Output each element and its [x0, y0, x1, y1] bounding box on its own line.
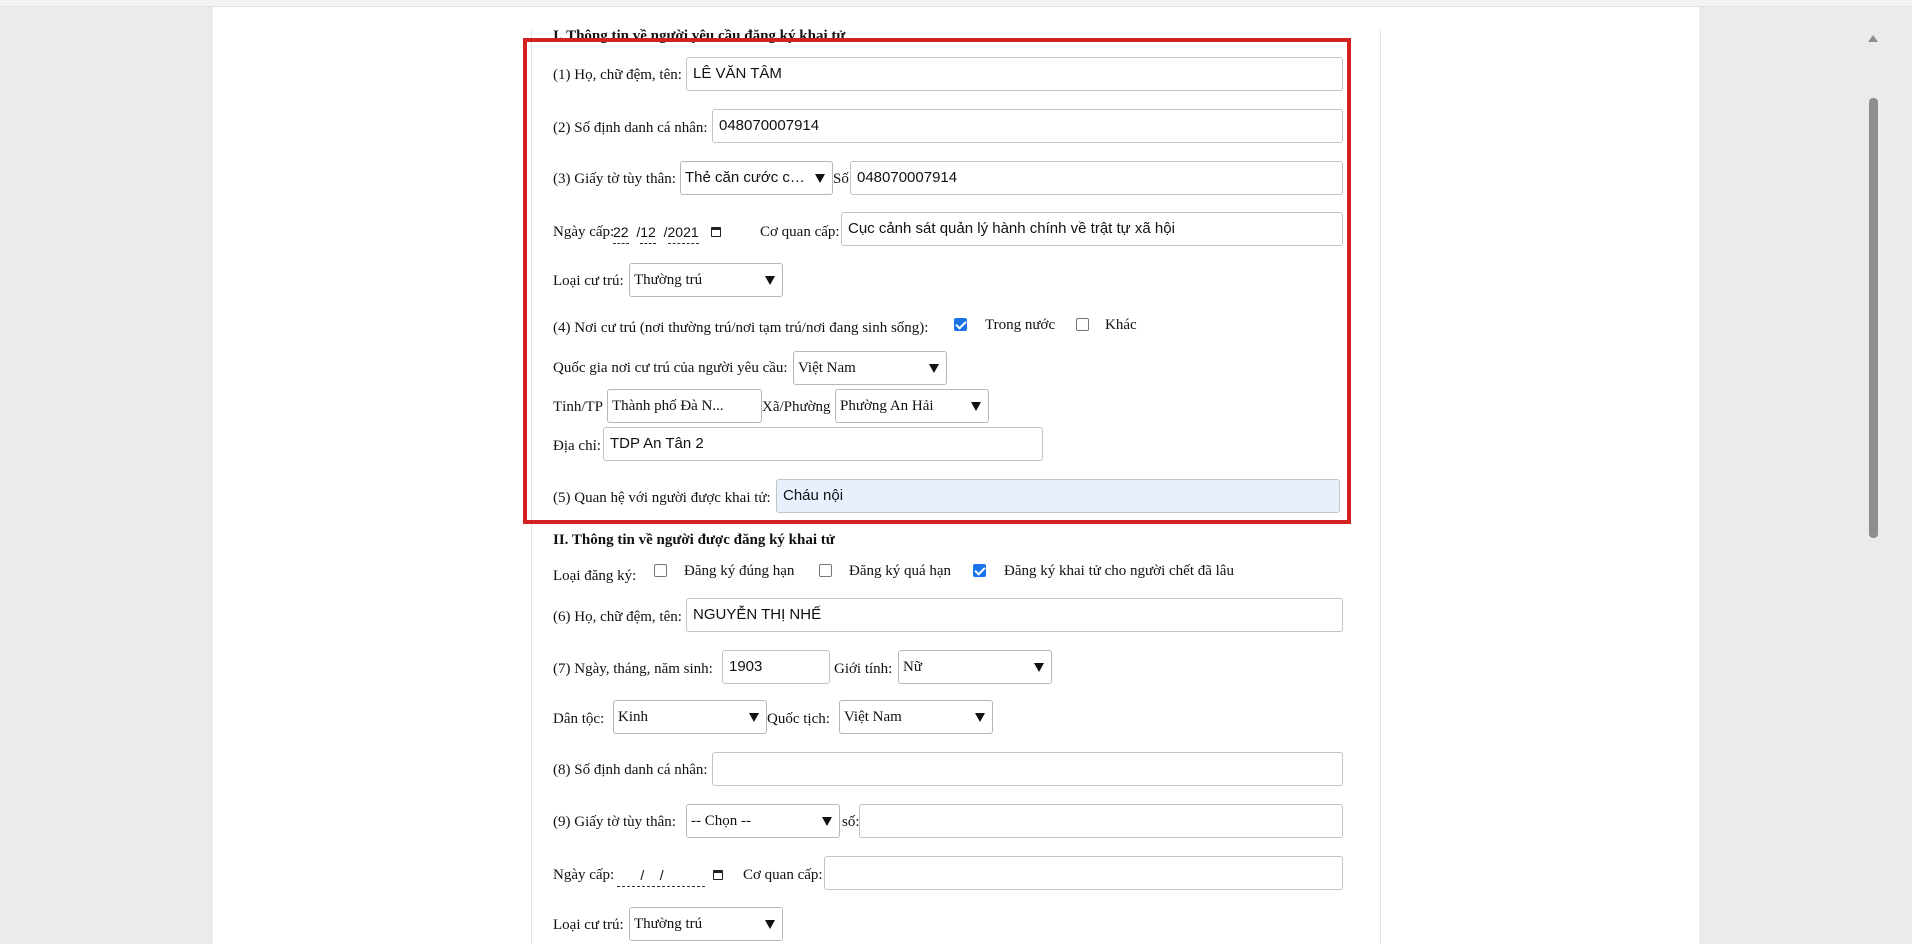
requester-doc-type-value: Thẻ căn cước cô... [685, 169, 811, 186]
requester-id-input[interactable]: 048070007914 [712, 109, 1343, 143]
reg-long-dead-checkbox[interactable] [973, 564, 986, 577]
address-input[interactable]: TDP An Tân 2 [603, 427, 1043, 461]
province-value: Thành phố Đà N... [612, 398, 724, 414]
nationality-label: Quốc tịch: [767, 711, 830, 727]
other-checkbox[interactable] [1076, 318, 1089, 331]
section-1-title: I. Thông tin về người yêu cầu đăng ký kh… [553, 28, 846, 44]
issue-year: 2021 [667, 221, 699, 244]
ward-label: Xã/Phường [762, 399, 831, 415]
ward-value: Phường An Hải [840, 398, 934, 414]
requester-doc-no-label: Số [833, 171, 849, 187]
browser-top-strip [0, 0, 1912, 7]
deceased-id-input[interactable] [712, 752, 1343, 786]
chevron-down-icon [749, 713, 759, 722]
chevron-down-icon [765, 276, 775, 285]
requester-issue-date-input[interactable]: 22 /12 /2021 [613, 221, 699, 244]
reg-overdue-label: Đăng ký quá hạn [849, 563, 952, 579]
domestic-label: Trong nước [985, 317, 1056, 333]
ward-select[interactable]: Phường An Hải [835, 389, 989, 423]
requester-issuer-input[interactable]: Cục cảnh sát quản lý hành chính về trật … [841, 212, 1343, 246]
ethnic-select[interactable]: Kinh [613, 700, 767, 734]
deceased-issue-date-label: Ngày cấp: [553, 867, 615, 883]
requester-fullname-label: (1) Họ, chữ đệm, tên: [553, 67, 682, 83]
registration-type-label: Loại đăng ký: [553, 568, 637, 584]
gender-value: Nữ [903, 659, 922, 675]
scroll-up-arrow-icon[interactable] [1868, 35, 1878, 42]
province-select[interactable]: Thành phố Đà N... [607, 389, 762, 423]
requester-id-label: (2) Số định danh cá nhân: [553, 120, 708, 136]
reg-overdue-checkbox[interactable] [819, 564, 832, 577]
requester-residence-type-label: Loại cư trú: [553, 273, 624, 289]
province-label: Tỉnh/TP [553, 399, 604, 415]
dob-label: (7) Ngày, tháng, năm sinh: [553, 661, 713, 677]
relation-label: (5) Quan hệ với người được khai tử: [553, 490, 771, 506]
deceased-doc-no-label: số: [842, 814, 860, 830]
reg-on-time-label: Đăng ký đúng hạn [684, 563, 795, 579]
requester-country-label: Quốc gia nơi cư trú của người yêu cầu: [553, 360, 788, 376]
chevron-down-icon [971, 402, 981, 411]
address-label: Địa chỉ: [553, 438, 601, 454]
dob-input[interactable]: 1903 [722, 650, 830, 684]
chevron-down-icon [975, 713, 985, 722]
requester-country-value: Việt Nam [798, 360, 856, 376]
requester-residence-type-select[interactable]: Thường trú [629, 263, 783, 297]
deceased-issue-date-input[interactable]: / / [617, 864, 705, 887]
deceased-fullname-label: (6) Họ, chữ đệm, tên: [553, 609, 682, 625]
gender-select[interactable]: Nữ [898, 650, 1052, 684]
section-2-title: II. Thông tin về người được đăng ký khai… [553, 532, 835, 548]
requester-doc-type-select[interactable]: Thẻ căn cước cô... [680, 161, 833, 195]
reg-on-time-checkbox[interactable] [654, 564, 667, 577]
chevron-down-icon [929, 364, 939, 373]
chevron-down-icon [815, 174, 825, 183]
nationality-select[interactable]: Việt Nam [839, 700, 993, 734]
vertical-scrollbar[interactable] [1865, 29, 1881, 944]
requester-residence-label: (4) Nơi cư trú (nơi thường trú/nơi tạm t… [553, 320, 929, 336]
requester-doc-no-input[interactable]: 048070007914 [850, 161, 1343, 195]
calendar-icon[interactable] [713, 870, 723, 880]
gender-label: Giới tính: [834, 661, 893, 677]
requester-issue-date-label: Ngày cấp: [553, 224, 615, 240]
ethnic-value: Kinh [618, 709, 648, 725]
other-label: Khác [1105, 317, 1137, 333]
deceased-doc-label: (9) Giấy tờ tùy thân: [553, 814, 676, 830]
deceased-residence-type-label: Loại cư trú: [553, 917, 624, 933]
requester-issuer-label: Cơ quan cấp: [760, 224, 840, 240]
requester-residence-type-value: Thường trú [634, 272, 703, 288]
chevron-down-icon [822, 817, 832, 826]
deceased-doc-type-value: -- Chọn -- [691, 813, 751, 829]
deceased-doc-no-input[interactable] [859, 804, 1343, 838]
deceased-fullname-input[interactable]: NGUYỄN THỊ NHẾ [686, 598, 1343, 632]
deceased-residence-type-select[interactable]: Thường trú [629, 907, 783, 941]
issue-month: 12 [640, 221, 656, 244]
deceased-doc-type-select[interactable]: -- Chọn -- [686, 804, 840, 838]
relation-input[interactable]: Cháu nội [776, 479, 1340, 513]
requester-fullname-input[interactable]: LÊ VĂN TÂM [686, 57, 1343, 91]
requester-doc-label: (3) Giấy tờ tùy thân: [553, 171, 676, 187]
deceased-residence-type-value: Thường trú [634, 916, 703, 932]
requester-country-select[interactable]: Việt Nam [793, 351, 947, 385]
reg-long-dead-label: Đăng ký khai tử cho người chết đã lâu [1004, 563, 1234, 579]
issue-day: 22 [613, 221, 629, 244]
ethnic-label: Dân tộc: [553, 711, 605, 727]
scroll-thumb[interactable] [1869, 98, 1878, 538]
deceased-issuer-input[interactable] [824, 856, 1343, 890]
chevron-down-icon [1034, 663, 1044, 672]
domestic-checkbox[interactable] [954, 318, 967, 331]
calendar-icon[interactable] [711, 227, 721, 237]
chevron-down-icon [765, 920, 775, 929]
deceased-id-label: (8) Số định danh cá nhân: [553, 762, 708, 778]
nationality-value: Việt Nam [844, 709, 902, 725]
deceased-issuer-label: Cơ quan cấp: [743, 867, 823, 883]
